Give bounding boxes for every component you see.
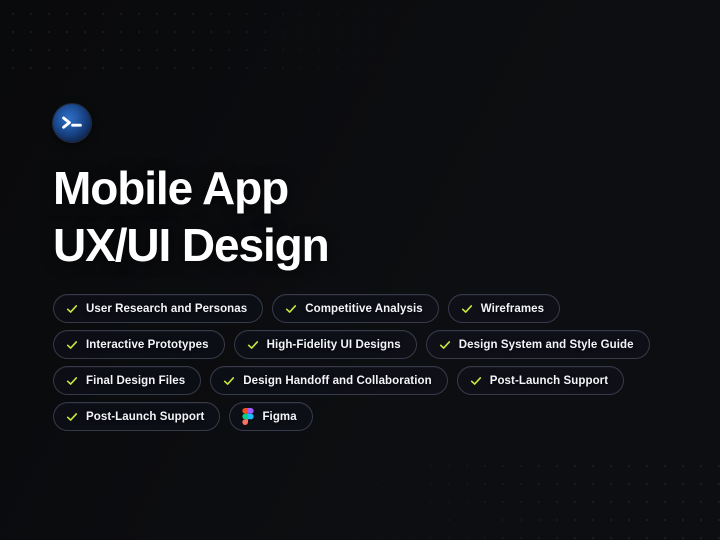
tag-pill[interactable]: Design System and Style Guide <box>425 330 650 359</box>
figma-icon <box>242 408 255 425</box>
check-icon <box>66 304 78 313</box>
tag-pill[interactable]: Final Design Files <box>53 366 202 395</box>
page-title-line-1: Mobile App <box>53 162 289 214</box>
tag-label: Figma <box>262 410 297 423</box>
tag-pill[interactable]: Competitive Analysis <box>272 294 439 323</box>
brand-logo <box>53 104 91 142</box>
check-icon <box>470 376 481 385</box>
promo-poster: Mobile App UX/UI Design User Research an… <box>0 0 720 540</box>
deliverables-tag-list: User Research and Personas Competitive A… <box>53 294 653 438</box>
tag-pill[interactable]: Post-Launch Support <box>456 366 625 395</box>
page-title: Mobile App UX/UI Design <box>53 160 573 274</box>
tag-label: Design Handoff and Collaboration <box>243 374 432 387</box>
check-icon <box>224 376 235 385</box>
tag-row: Final Design Files Design Handoff and Co… <box>53 366 653 395</box>
check-icon <box>439 340 450 349</box>
tag-label: Final Design Files <box>86 374 186 387</box>
tag-label: Interactive Prototypes <box>86 338 209 351</box>
check-icon <box>461 304 472 313</box>
tag-row: Interactive Prototypes High-Fidelity UI … <box>53 330 653 359</box>
tag-pill[interactable]: Wireframes <box>447 294 561 323</box>
tag-pill[interactable]: Post-Launch Support <box>53 402 221 431</box>
tag-pill-figma[interactable]: Figma <box>229 402 313 431</box>
tag-label: Wireframes <box>480 302 545 315</box>
check-icon <box>66 412 78 421</box>
check-icon <box>286 304 297 313</box>
poster-content: Mobile App UX/UI Design User Research an… <box>53 0 693 540</box>
tag-pill[interactable]: High-Fidelity UI Designs <box>233 330 417 359</box>
page-title-line-2: UX/UI Design <box>53 219 330 271</box>
tag-pill[interactable]: User Research and Personas <box>53 294 264 323</box>
tag-label: Post-Launch Support <box>489 374 609 387</box>
tag-label: Design System and Style Guide <box>458 338 634 351</box>
check-icon <box>66 376 78 385</box>
tag-row: Post-Launch Support Figma <box>53 402 653 431</box>
tag-pill[interactable]: Design Handoff and Collaboration <box>210 366 448 395</box>
tag-row: User Research and Personas Competitive A… <box>53 294 653 323</box>
terminal-prompt-icon <box>61 116 83 130</box>
tag-label: High-Fidelity UI Designs <box>266 338 401 351</box>
tag-label: User Research and Personas <box>86 302 248 315</box>
check-icon <box>66 340 78 349</box>
check-icon <box>247 340 258 349</box>
tag-pill[interactable]: Interactive Prototypes <box>53 330 225 359</box>
tag-label: Competitive Analysis <box>305 302 423 315</box>
tag-label: Post-Launch Support <box>86 410 205 423</box>
